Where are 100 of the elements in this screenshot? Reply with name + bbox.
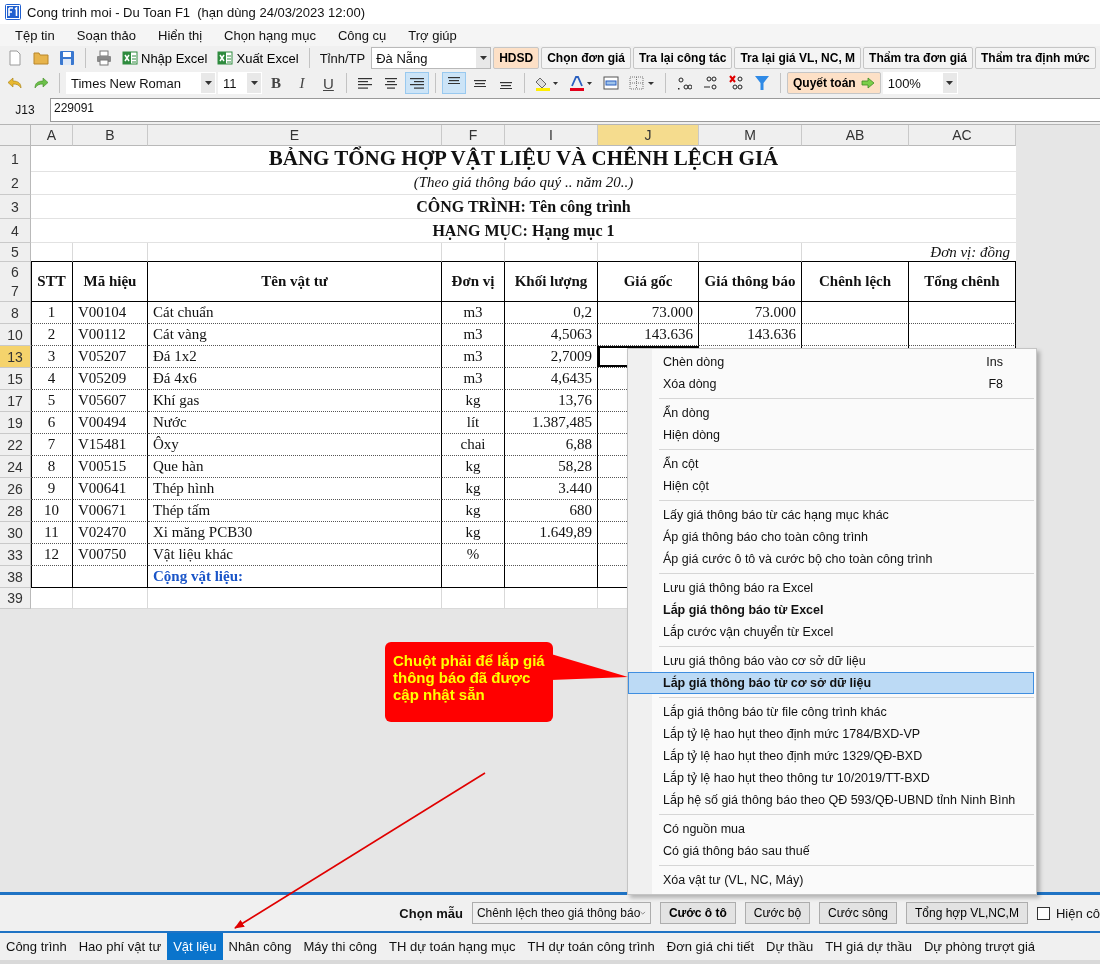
column-header[interactable]: I <box>505 125 598 146</box>
context-menu-item[interactable]: Áp giá thông báo cho toàn công trình <box>628 526 1034 548</box>
template-select[interactable]: Chênh lệch theo giá thông báo <box>471 902 651 924</box>
vertical-align-button[interactable] <box>442 72 466 94</box>
bottom-button[interactable]: Cước ô tô <box>659 902 736 924</box>
context-menu-item[interactable]: Lắp tỷ lệ hao hụt theo thông tư 10/2019/TT-BXD <box>628 767 1034 789</box>
context-menu-item[interactable]: Lưu giá thông báo vào cơ sở dữ liệu <box>628 650 1034 672</box>
row-header[interactable]: 8 <box>0 302 31 324</box>
context-menu-item[interactable]: Lấy giá thông báo từ các hạng mục khác <box>628 504 1034 526</box>
context-menu-item[interactable]: Hiện cột <box>628 475 1034 497</box>
toolbar-button[interactable]: HDSD <box>493 47 540 69</box>
menu-item[interactable]: Trợ giúp <box>400 27 465 43</box>
zoom-select[interactable]: 100% <box>882 72 958 94</box>
row-header[interactable]: 7 <box>11 283 19 300</box>
row-header[interactable]: 2 <box>0 171 31 195</box>
sheet-tab[interactable]: Công trình <box>0 933 73 960</box>
context-menu-item[interactable]: Lắp giá thông báo từ Excel <box>628 599 1034 621</box>
caret-icon <box>204 81 212 85</box>
menu-item[interactable]: Hiển thị <box>150 27 211 43</box>
column-header[interactable]: F <box>442 125 505 146</box>
menu-item[interactable]: Chọn hạng mục <box>216 27 324 43</box>
context-menu-item[interactable]: Ẩn dòng <box>628 402 1034 424</box>
row-header[interactable]: 30 <box>0 522 31 544</box>
template-label: Chọn mẫu <box>399 905 463 921</box>
undo-icon <box>7 75 23 91</box>
menu-item[interactable]: Soạn thảo <box>68 27 145 43</box>
context-menu-item[interactable]: Xóa dòng F8 <box>628 373 1034 395</box>
row-header[interactable]: 38 <box>0 566 31 588</box>
column-header[interactable]: J <box>598 125 699 146</box>
text-style-button[interactable]: B <box>264 72 288 94</box>
font-select[interactable]: Times New Roman <box>66 72 216 94</box>
province-select[interactable]: Đà Nẵng <box>371 47 492 69</box>
context-menu-item[interactable]: Ẩn cột <box>628 453 1034 475</box>
row-header[interactable]: 33 <box>0 544 31 566</box>
align-button[interactable] <box>405 72 429 94</box>
column-header[interactable]: E <box>148 125 442 146</box>
column-header[interactable]: B <box>73 125 148 146</box>
context-menu-item[interactable]: Lưu giá thông báo ra Excel <box>628 577 1034 599</box>
callout-bubble: Chuột phải để lắp giá thông báo đã được cập nhật sẵn <box>385 642 553 722</box>
context-menu-item[interactable]: Lắp tỷ lệ hao hụt theo định mức 1784/BXD-VP <box>628 723 1034 745</box>
context-menu-item[interactable]: Có nguồn mua <box>628 818 1034 840</box>
row-header[interactable]: 28 <box>0 500 31 522</box>
context-menu-item[interactable]: Chèn dòng Ins <box>628 351 1034 373</box>
sheet-tab[interactable]: Dự phòng trượt giá <box>917 933 1042 960</box>
bottom-button[interactable]: Tổng hợp VL,NC,M <box>906 902 1028 924</box>
font-size-select[interactable]: 11 <box>218 72 262 94</box>
text-style-button[interactable]: U <box>316 72 340 94</box>
formula-input[interactable]: 229091 <box>50 98 1100 122</box>
row-header[interactable]: 15 <box>0 368 31 390</box>
column-header[interactable]: M <box>699 125 802 146</box>
row-header[interactable]: 24 <box>0 456 31 478</box>
toolbar-button[interactable]: Thẩm tra định mức <box>975 47 1096 69</box>
row-header[interactable]: 10 <box>0 324 31 346</box>
bottom-button[interactable]: Cước bộ <box>744 902 811 924</box>
toolbar-button[interactable]: Tra lại giá VL, NC, M <box>734 47 862 69</box>
context-menu-item[interactable]: Lắp hệ số giá thông báo theo QĐ 593/QĐ-UBND tỉnh Ninh Bình <box>628 789 1034 811</box>
row-header[interactable]: 22 <box>0 434 31 456</box>
row-header[interactable]: 6 <box>11 263 19 280</box>
import-excel-button[interactable]: Nhập Excel <box>118 47 212 69</box>
checkbox[interactable] <box>1036 906 1050 920</box>
context-menu-item[interactable]: Lắp cước vận chuyển từ Excel <box>628 621 1034 643</box>
column-header[interactable]: A <box>31 125 73 146</box>
toolbar-button[interactable]: Thẩm tra đơn giá <box>863 47 973 69</box>
row-header[interactable]: 26 <box>0 478 31 500</box>
row-header[interactable]: 1 <box>0 146 31 172</box>
row-header[interactable]: 5 <box>0 243 31 262</box>
row-header[interactable]: 3 <box>0 195 31 219</box>
sheet-tab[interactable]: Hao phí vật tư <box>72 933 168 960</box>
export-excel-button[interactable]: Xuất Excel <box>213 47 303 69</box>
sheet-tab[interactable]: Vật liệu <box>167 933 223 960</box>
context-menu-item[interactable]: Lắp giá thông báo từ cơ sở dữ liệu <box>628 672 1034 694</box>
row-header[interactable]: 19 <box>0 412 31 434</box>
context-menu-item[interactable]: Xóa vật tư (VL, NC, Máy) <box>628 869 1034 891</box>
column-header[interactable]: AB <box>802 125 909 146</box>
sheet-tab[interactable]: TH dự toán công trình <box>521 933 661 960</box>
align-icon <box>409 77 425 89</box>
row-header[interactable]: 17 <box>0 390 31 412</box>
toolbar-button[interactable]: Chọn đơn giá <box>541 47 632 69</box>
context-menu-item[interactable]: Lắp giá thông báo từ file công trình khác <box>628 701 1034 723</box>
column-header[interactable]: AC <box>909 125 1016 146</box>
sheet-tab[interactable]: TH giá dự thầu <box>819 933 918 960</box>
context-menu-item[interactable]: Lắp tỷ lệ hao hụt theo định mức 1329/QĐ-BXD <box>628 745 1034 767</box>
settlement-button[interactable]: Quyết toán <box>787 72 881 94</box>
toolbar-button[interactable]: Tra lại công tác <box>633 47 733 69</box>
context-menu-item[interactable]: Hiện dòng <box>628 424 1034 446</box>
sheet-tab[interactable]: Máy thi công <box>297 933 384 960</box>
context-menu-item[interactable]: Có giá thông báo sau thuế <box>628 840 1034 862</box>
sheet-tab[interactable]: Nhân công <box>222 933 298 960</box>
row-header[interactable]: 4 <box>0 219 31 243</box>
text-style-button[interactable]: I <box>290 72 314 94</box>
menu-item[interactable]: Công cụ <box>329 27 395 43</box>
bottom-button[interactable]: Cước sông <box>819 902 897 924</box>
show-checkbox[interactable]: Hiện cô <box>1036 905 1100 921</box>
sheet-tab[interactable]: Đơn giá chi tiết <box>660 933 761 960</box>
menu-item[interactable]: Tệp tin <box>7 27 63 43</box>
row-header[interactable]: 39 <box>0 588 31 609</box>
sheet-tab[interactable]: Dự thầu <box>760 933 820 960</box>
row-header[interactable]: 13 <box>0 346 31 368</box>
sheet-tab[interactable]: TH dự toán hạng mục <box>383 933 522 960</box>
context-menu-item[interactable]: Áp giá cước ô tô và cước bộ cho toàn công trình <box>628 548 1034 570</box>
